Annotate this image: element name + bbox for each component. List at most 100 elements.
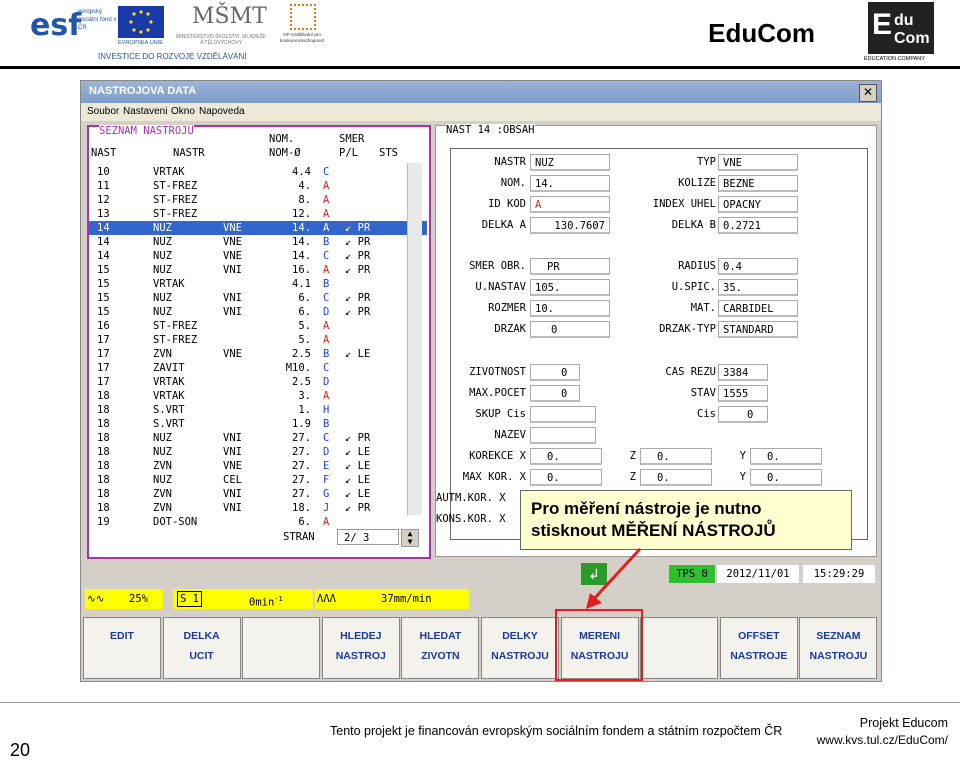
smer-field[interactable]: PR [530,258,610,275]
cell-t: ZVN [153,502,172,514]
cell-t: ZAVIT [153,362,185,374]
softkey-1[interactable]: EDIT [83,617,161,679]
title-bar[interactable]: NASTROJOVA DATA ✕ [81,81,881,103]
index-field[interactable]: OPACNY [718,196,798,213]
softkey-6[interactable]: DELKY NASTROJU [481,617,559,679]
stav-field[interactable]: 1555 [718,385,768,402]
cell-n: 18 [97,446,110,458]
feed-rate-display: ΛΛΛ 37mm/min [315,589,469,609]
delka-a-field[interactable]: 130.7607 [530,217,610,234]
table-row[interactable]: 17 ST-FREZ 5. A [89,333,427,347]
cell-pl: ↙ LE [345,446,371,458]
menu-okno[interactable]: Okno [171,106,195,117]
cell-n: 18 [97,432,110,444]
skup-field[interactable] [530,406,596,423]
callout-line-1: Pro měření nástroje je nutno [531,499,762,518]
cell-s: VNI [223,264,242,276]
table-row[interactable]: 18 VRTAK 3. A [89,389,427,403]
korekce-z-field[interactable]: 0. [640,448,712,465]
drzak-field[interactable]: 0 [530,321,610,338]
cell-t: NUZ [153,474,172,486]
table-row[interactable]: 12 ST-FREZ 8. A [89,193,427,207]
table-row[interactable]: 18 ZVN VNE 27. E ↙ LE [89,459,427,473]
table-row[interactable]: 10 VRTAK 4.4 C [89,165,427,179]
max-kor-x-field[interactable]: 0. [530,469,602,486]
menu-napoveda[interactable]: Napoveda [199,106,245,117]
rozmer-field[interactable]: 10. [530,300,610,317]
idkod-field[interactable]: A [530,196,610,213]
close-button[interactable]: ✕ [859,84,877,102]
project-url[interactable]: www.kvs.tul.cz/EduCom/ [817,733,948,747]
cell-n: 10 [97,166,110,178]
softkey-9[interactable]: OFFSET NASTROJE [719,617,798,679]
table-row[interactable]: 15 NUZ VNI 16. A ↙ PR [89,263,427,277]
table-row[interactable]: 18 ZVN VNI 18. J ↙ PR [89,501,427,515]
softkey-8[interactable] [640,617,719,679]
smer-label: SMER OBR. [469,260,526,272]
cell-pl: ↙ PR [345,502,371,514]
menu-soubor[interactable]: Soubor [87,106,119,117]
max-pocet-field[interactable]: 0 [530,385,580,402]
table-row[interactable]: 17 VRTAK 2.5 D [89,375,427,389]
drzak-typ-field[interactable]: STANDARD [718,321,798,338]
table-row[interactable]: 18 ZVN VNI 27. G ↙ LE [89,487,427,501]
table-row[interactable]: 14 NUZ VNE 14. B ↙ PR [89,235,427,249]
kolize-field[interactable]: BEZNE [718,175,798,192]
idkod-label: ID KOD [488,198,526,210]
table-row[interactable]: 17 ZAVIT M10. C [89,361,427,375]
page-number: 20 [10,740,31,760]
softkey-label-1: SEZNAM [816,630,861,642]
table-row[interactable]: 19 DOT-SON 6. A [89,515,427,529]
cell-n: 16 [97,320,110,332]
typ-field[interactable]: VNE [718,154,798,171]
menu-nastaveni[interactable]: Nastaveni [123,106,167,117]
softkey-5[interactable]: HLEDAT ZIVOTN [401,617,480,679]
nom-field[interactable]: 14. [530,175,610,192]
table-row[interactable]: 15 NUZ VNI 6. D ↙ PR [89,305,427,319]
cas-rezu-field[interactable]: 3384 [718,364,768,381]
softkey-4[interactable]: HLEDEJ NASTROJ [321,617,400,679]
table-row[interactable]: 11 ST-FREZ 4. A [89,179,427,193]
uspic-field[interactable]: 35. [718,279,798,296]
softkey-3[interactable] [242,617,321,679]
cell-pl: ↙ PR [345,250,371,262]
cell-n: 18 [97,488,110,500]
table-row[interactable]: 18 NUZ VNI 27. C ↙ PR [89,431,427,445]
softkey-2[interactable]: DELKA UCIT [162,617,241,679]
table-row[interactable]: 14 NUZ VNE 14. C ↙ PR [89,249,427,263]
cell-t: ZVN [153,460,172,472]
radius-field[interactable]: 0.4 [718,258,798,275]
col-smer: SMER [339,133,365,145]
table-row[interactable]: 16 ST-FREZ 5. A [89,319,427,333]
softkey-label-2: ZIVOTN [421,650,460,662]
table-row[interactable]: 14 NUZ VNE 14. A ↙ PR [89,221,427,235]
max-kor-z-field[interactable]: 0. [640,469,712,486]
table-row[interactable]: 13 ST-FREZ 12. A [89,207,427,221]
delka-b-field[interactable]: 0.2721 [718,217,798,234]
stran-spinner[interactable]: ▲ ▼ [401,529,419,547]
softkey-10[interactable]: SEZNAM NASTROJU [799,617,878,679]
table-row[interactable]: 18 S.VRT 1. H [89,403,427,417]
cell-d: 16. [292,264,311,276]
spindle-display: S 1 0min-1 [173,589,313,609]
spindle-speed-unit: -1 [274,595,283,603]
nastr-field[interactable]: NUZ [530,154,610,171]
table-row[interactable]: 18 NUZ VNI 27. D ↙ LE [89,445,427,459]
unastav-field[interactable]: 105. [530,279,610,296]
korekce-z-label: Z [629,450,636,462]
zivotnost-field[interactable]: 0 [530,364,580,381]
cell-n: 18 [97,460,110,472]
max-kor-y-field[interactable]: 0. [750,469,822,486]
korekce-x-field[interactable]: 0. [530,448,602,465]
table-row[interactable]: 17 ZVN VNE 2.5 B ↙ LE [89,347,427,361]
table-row[interactable]: 15 NUZ VNI 6. C ↙ PR [89,291,427,305]
cell-d: 6. [298,292,311,304]
cis-field[interactable]: 0 [718,406,768,423]
table-row[interactable]: 18 NUZ CEL 27. F ↙ LE [89,473,427,487]
mat-field[interactable]: CARBIDEL [718,300,798,317]
table-row[interactable]: 18 S.VRT 1.9 B [89,417,427,431]
table-row[interactable]: 15 VRTAK 4.1 B [89,277,427,291]
nazev-field[interactable] [530,427,596,444]
tool-list-scrollbar[interactable] [407,163,422,515]
korekce-y-field[interactable]: 0. [750,448,822,465]
